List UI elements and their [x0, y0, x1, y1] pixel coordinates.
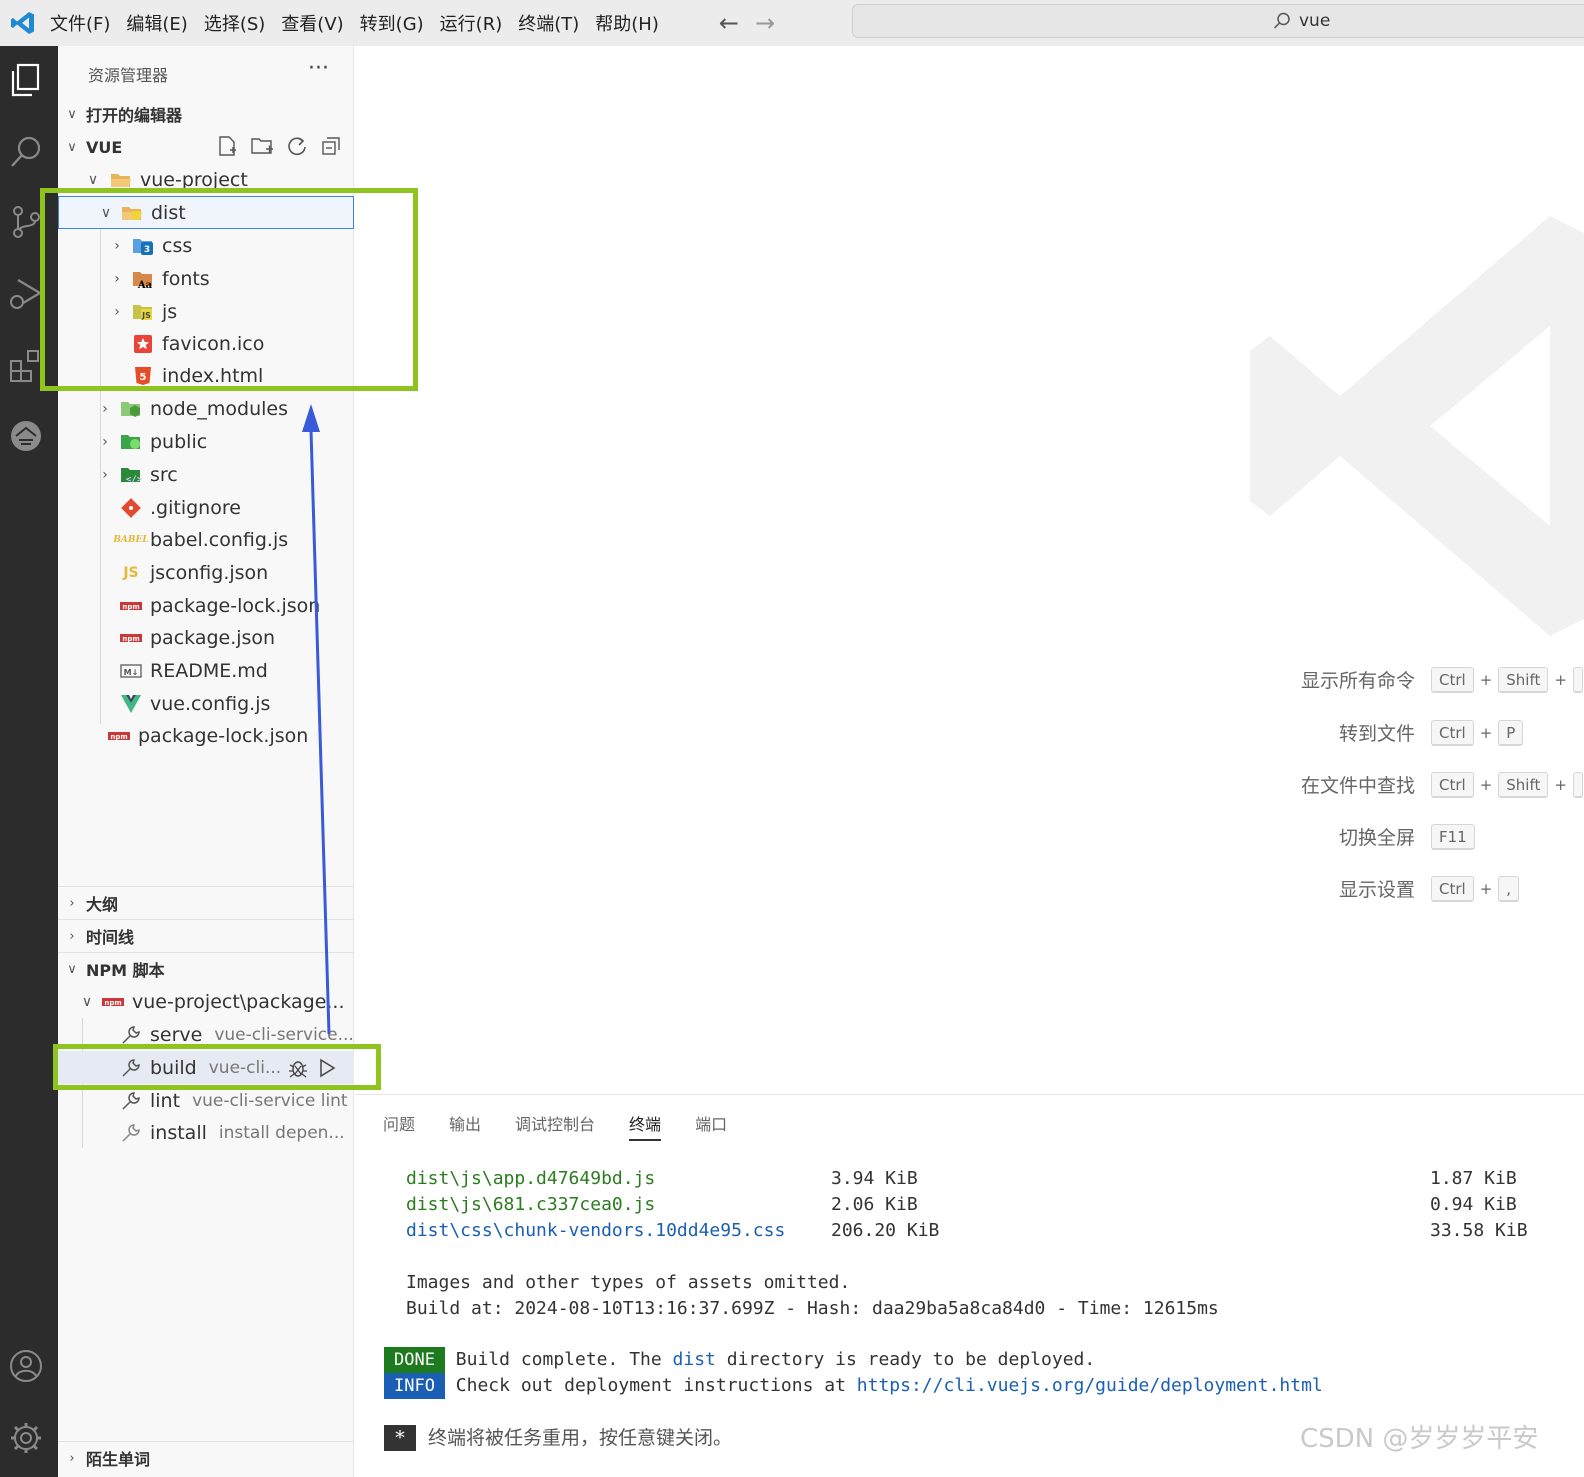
annotation-arrow-icon: [302, 404, 331, 1035]
csdn-watermark: CSDN @岁岁岁平安: [1300, 1424, 1539, 1454]
